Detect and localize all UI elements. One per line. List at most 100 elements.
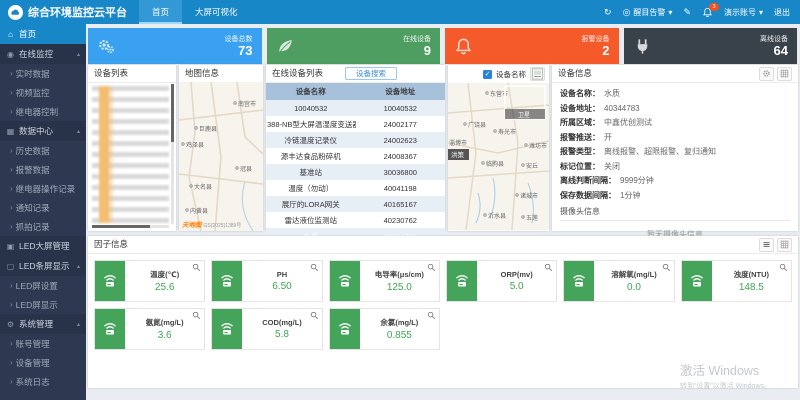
map-canvas[interactable]: 南宫市 巨鹿县 鸡泽县 冠县 大名县 内黄县 天地图 GS(2025)1389号 [179,82,263,231]
device-settings-button[interactable] [759,67,774,81]
led-strip-icon: ▢ [6,262,15,271]
sidebar-group-system-mgmt[interactable]: ⚙ 系统管理 ▴ [0,314,86,334]
magnifier-icon[interactable] [779,263,788,272]
factor-card-conductivity[interactable]: 电导率(μs/cm)125.0 [329,260,440,302]
factor-card-orp[interactable]: ORP(mv)5.0 [446,260,557,302]
sidebar-item-notice-records[interactable]: ›通知记录 [0,198,86,217]
column-header: 设备名称 [266,83,356,100]
table-row[interactable]: 雷达液位监测站40230762 [266,212,445,228]
device-info-fields: 设备名称：水质 设备地址：40344783 所属区域：中鑫优创测试 报警推送：开… [552,83,798,240]
scrollbar-thumb-horizontal[interactable] [92,225,150,228]
magnifier-icon[interactable] [427,311,436,320]
caret-up-icon: ▴ [77,321,80,328]
factor-card-cod[interactable]: COD(mg/L)5.8 [211,308,322,350]
caret-down-icon: ▾ [759,8,763,17]
gear-icon [762,69,771,78]
sidebar-item-account-mgmt[interactable]: ›账号管理 [0,334,86,353]
alarm-dropdown[interactable]: ◎ 醒目告警 ▾ [623,7,673,18]
sidebar-item-led-display[interactable]: ›LED屏显示 [0,295,86,314]
factor-card-temperature[interactable]: 温度(℃)25.6 [94,260,205,302]
layers-icon[interactable] [530,67,545,81]
device-list-panel: 设备列表 [88,65,176,231]
device-grid-button[interactable] [777,67,792,81]
map-label: 诸城市 [520,192,538,200]
column-header: 设备地址 [356,83,446,100]
grid-view-button[interactable] [777,238,792,252]
factor-card-dissolved-oxygen[interactable]: 溶解氧(mg/L)0.0 [563,260,674,302]
table-row[interactable]: 展厅的LORA网关40165167 [266,196,445,212]
navbar-right: ↻ ◎ 醒目告警 ▾ ✎ 3 演示账号 ▾ 退出 [604,7,800,18]
sensor-icon [330,309,360,349]
tianditu-logo: 天地图 [182,219,202,229]
sidebar-item-relay-control[interactable]: ›继电器控制 [0,102,86,121]
table-row[interactable]: 388-NB型大屏温湿度变送器24002177 [266,116,445,132]
table-row[interactable]: 冷链温度记录仪24002623 [266,132,445,148]
sidebar-item-history-data[interactable]: ›历史数据 [0,141,86,160]
chevron-icon: › [10,107,13,116]
app-title: 综合环境监控云平台 [28,4,127,20]
sidebar-item-realtime-data[interactable]: ›实时数据 [0,64,86,83]
device-name-checkbox[interactable]: ✓ [483,70,492,79]
svg-text:洪策: 洪策 [451,150,465,159]
sidebar-item-device-mgmt[interactable]: ›设备管理 [0,353,86,372]
device-search-button[interactable]: 设备搜索 [345,67,397,80]
map-label: 巨鹿县 [199,125,217,133]
sidebar-item-led-screen-mgmt[interactable]: ▣ LED大屏管理 [0,236,86,256]
factor-card-ph[interactable]: PH6.50 [211,260,322,302]
map-canvas[interactable]: 东营市 广饶县 寿光市 淄博市 潍坊市 临朐县 安丘 诸城市 沂水县 五莲 洪策 [448,83,549,231]
top-navbar: 综合环境监控云平台 首页 大屏可视化 ↻ ◎ 醒目告警 ▾ ✎ 3 演示账号 ▾… [0,0,800,24]
table-row[interactable]: 源丰达食品粉碎机24008367 [266,148,445,164]
sidebar-item-system-logs[interactable]: ›系统日志 [0,372,86,391]
magnifier-icon[interactable] [310,311,319,320]
sidebar-group-data-center[interactable]: ▦ 数据中心 ▴ [0,121,86,141]
tab-home[interactable]: 首页 [139,0,182,24]
map-label: 广饶县 [468,121,486,129]
led-screen-icon: ▣ [6,242,15,251]
logout-button[interactable]: 退出 [774,7,790,18]
alarm-marker-icon: ◎ [623,8,631,17]
device-list-blurred-content[interactable] [92,86,169,223]
factor-card-residual-chlorine[interactable]: 余氯(mg/L)0.855 [329,308,440,350]
panel-title: 设备列表 [94,65,128,82]
map-label: 潍坊市 [529,142,547,150]
map-label: 寿光市 [498,128,516,136]
magnifier-icon[interactable] [310,263,319,272]
factor-card-turbidity[interactable]: 浊度(NTU)148.5 [681,260,792,302]
chevron-icon: › [10,281,13,290]
magnifier-icon[interactable] [427,263,436,272]
tab-big-screen[interactable]: 大屏可视化 [182,0,251,24]
refresh-icon[interactable]: ↻ [604,8,612,17]
table-row[interactable]: 1004053210040532 [266,100,445,116]
notifications-bell[interactable]: 3 [702,7,713,18]
device-marker-label[interactable]: 洪策 [448,149,469,160]
scrollbar-thumb-vertical[interactable] [171,84,174,142]
sidebar-item-led-settings[interactable]: ›LED屏设置 [0,276,86,295]
list-view-button[interactable] [759,238,774,252]
magnifier-icon[interactable] [192,263,201,272]
caret-up-icon: ▴ [77,263,80,270]
magnifier-icon[interactable] [192,311,201,320]
sidebar-item-relay-records[interactable]: ›继电器操作记录 [0,179,86,198]
caret-up-icon: ▴ [77,51,80,58]
sidebar-item-video-monitoring[interactable]: ›视频监控 [0,83,86,102]
magnifier-icon[interactable] [544,263,553,272]
account-dropdown[interactable]: 演示账号 ▾ [724,7,763,18]
sidebar-group-led-strip[interactable]: ▢ LED条屏显示 ▴ [0,256,86,276]
gears-icon [97,37,116,56]
map-label: 沂水县 [488,212,506,220]
table-row[interactable]: 基准站30036800 [266,164,445,180]
map-toolbar: ✓ 设备名称 [448,65,549,84]
factor-card-ammonia[interactable]: 氨氮(mg/L)3.6 [94,308,205,350]
sidebar-item-home[interactable]: ⌂ 首页 [0,24,86,44]
home-icon: ⌂ [6,30,15,39]
sidebar-item-snapshot-records[interactable]: ›抓拍记录 [0,217,86,236]
chevron-icon: › [10,184,13,193]
table-row[interactable]: 温度（勿动）40041198 [266,180,445,196]
sensor-icon [564,261,594,301]
chevron-icon: › [10,300,13,309]
chevron-icon: › [10,203,13,212]
sidebar-group-online-monitoring[interactable]: ◉ 在线监控 ▴ [0,44,86,64]
magnifier-icon[interactable] [662,263,671,272]
edit-pen-icon[interactable]: ✎ [683,8,691,17]
sidebar-item-alarm-data[interactable]: ›报警数据 [0,160,86,179]
